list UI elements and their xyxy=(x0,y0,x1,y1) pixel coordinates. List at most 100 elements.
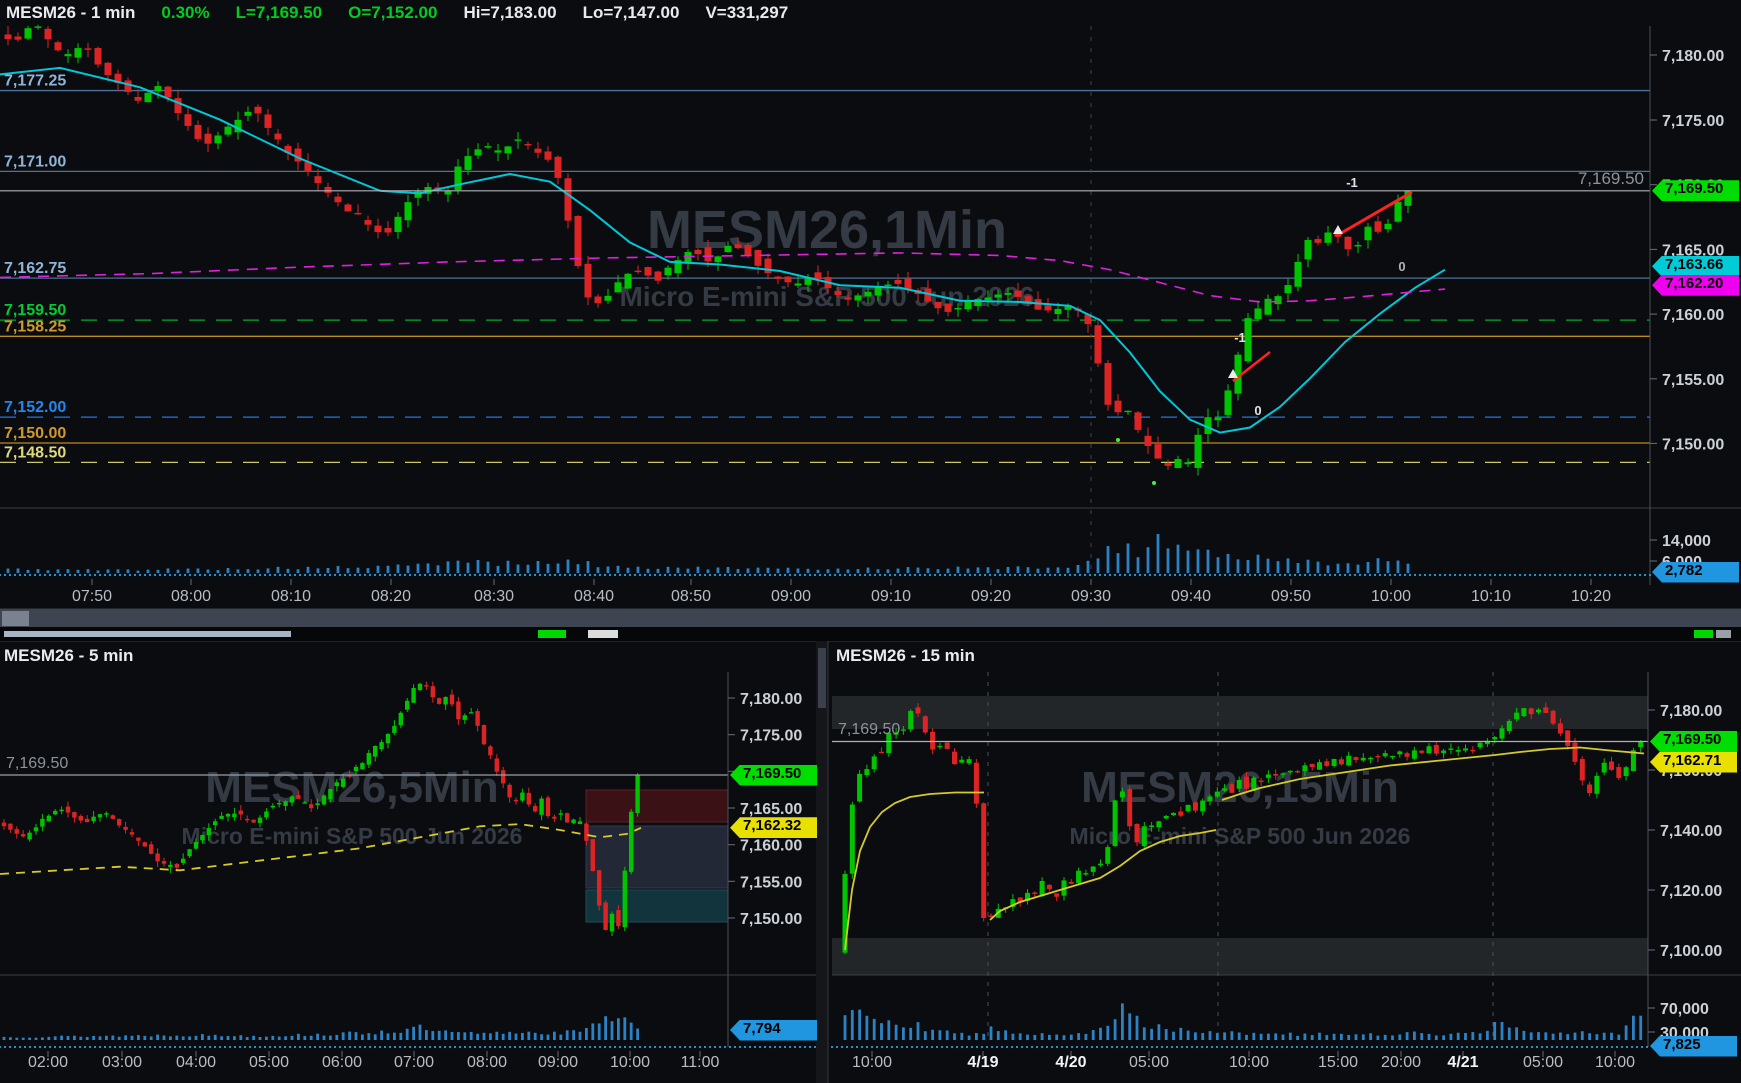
price-tick-label: 7,140.00 xyxy=(1660,823,1722,840)
price-tick-label: 7,120.00 xyxy=(1660,883,1722,900)
price-zone xyxy=(586,826,728,888)
price-tick-label: 7,180.00 xyxy=(1660,703,1722,720)
price-level-label: 7,177.25 xyxy=(4,73,66,90)
price-badge-top-1: 7,163.66 xyxy=(1652,256,1739,277)
vertical-scrollbar-thumb[interactable] xyxy=(818,648,826,708)
volume-badge-top: 2,782 xyxy=(1652,562,1739,583)
position-size-marker: 0 xyxy=(1398,259,1405,274)
chart-fifteen: MESM26,15MinMicro E-mini S&P 500 Jun 202… xyxy=(831,672,1741,1071)
price-tick-label: 7,175.00 xyxy=(1662,113,1724,130)
time-axis-label: 10:00 xyxy=(852,1054,892,1071)
price-tick-label: 7,150.00 xyxy=(1662,436,1724,453)
price-tick-label: 7,165.00 xyxy=(740,801,802,818)
header-stat-4: Lo=7,147.00 xyxy=(583,3,680,23)
scrollbar-thumb[interactable] xyxy=(2,611,29,626)
time-axis-label: 08:00 xyxy=(171,588,211,605)
time-axis-label: 08:40 xyxy=(574,588,614,605)
scroll-marker-gray-right xyxy=(1716,630,1731,638)
chart-header-1min: MESM26 - 1 min 0.30%L=7,169.50O=7,152.00… xyxy=(6,0,814,26)
trading-workspace: MESM26,1MinMicro E-mini S&P 500 Jun 2026… xyxy=(0,0,1741,1083)
last-price-float-label: 7,169.50 xyxy=(1578,169,1644,188)
time-axis-label: 4/19 xyxy=(967,1054,998,1071)
volume-bars-layer xyxy=(7,534,1410,573)
time-axis-label: 08:00 xyxy=(467,1054,507,1071)
candles-layer xyxy=(5,25,1412,476)
header-stat-1: L=7,169.50 xyxy=(236,3,323,23)
time-axis-label: 03:00 xyxy=(102,1054,142,1071)
horizontal-scrollbar[interactable] xyxy=(0,608,1741,628)
time-axis-label: 10:00 xyxy=(610,1054,650,1071)
scroll-indicator-strip xyxy=(0,627,1741,641)
price-tick-label: 7,155.00 xyxy=(740,874,802,891)
volume-tick-label: 14,000 xyxy=(1662,533,1711,550)
price-level-label: 7,150.00 xyxy=(4,425,66,442)
price-badge-top-2: 7,162.20 xyxy=(1652,275,1739,296)
volume-bars-layer xyxy=(844,1003,1643,1040)
time-axis-label: 08:30 xyxy=(474,588,514,605)
time-axis-label: 10:00 xyxy=(1595,1054,1635,1071)
shaded-band xyxy=(832,938,1648,975)
time-axis-label: 10:00 xyxy=(1229,1054,1269,1071)
price-tick-label: 7,175.00 xyxy=(740,728,802,745)
moving-average-line xyxy=(845,793,984,951)
time-axis-label: 08:50 xyxy=(671,588,711,605)
price-level-label: 7,159.50 xyxy=(4,302,66,319)
price-badge-five-1: 7,162.32 xyxy=(730,817,817,838)
price-badge-top-0: 7,169.50 xyxy=(1652,180,1739,201)
time-axis-label: 4/20 xyxy=(1055,1054,1086,1071)
price-level-label: 7,171.00 xyxy=(4,153,66,170)
time-axis-label: 05:00 xyxy=(1129,1054,1169,1071)
price-level-label: 7,148.50 xyxy=(4,444,66,461)
last-price-left-label: 7,169.50 xyxy=(6,755,68,772)
header-stat-3: Hi=7,183.00 xyxy=(463,3,556,23)
price-level-label: 7,158.25 xyxy=(4,318,66,335)
volume-bars-layer xyxy=(3,1016,639,1040)
volume-badge-five: 7,794 xyxy=(730,1020,817,1041)
chart-top: MESM26,1MinMicro E-mini S&P 500 Jun 2026… xyxy=(0,25,1741,605)
price-badge-fifteen-0: 7,169.50 xyxy=(1650,731,1737,752)
position-size-marker: -1 xyxy=(1234,330,1246,345)
scroll-marker-green xyxy=(538,630,566,638)
scroll-range-indicator[interactable] xyxy=(4,631,291,637)
time-axis-label: 09:20 xyxy=(971,588,1011,605)
watermark-description: Micro E-mini S&P 500 Jun 2026 xyxy=(1070,823,1411,849)
price-level-label: 7,162.75 xyxy=(4,260,66,277)
price-badge-five-0: 7,169.50 xyxy=(730,765,817,786)
price-tick-label: 7,155.00 xyxy=(1662,372,1724,389)
volume-tick-label: 70,000 xyxy=(1660,1001,1709,1018)
price-level-label: 7,152.00 xyxy=(4,399,66,416)
signal-dot xyxy=(1116,438,1120,442)
time-axis-label: 07:00 xyxy=(394,1054,434,1071)
price-tick-label: 7,180.00 xyxy=(1662,48,1724,65)
time-axis-label: 20:00 xyxy=(1381,1054,1421,1071)
chart-title-15min: MESM26 - 15 min xyxy=(836,646,975,666)
time-axis-label: 09:00 xyxy=(771,588,811,605)
time-axis-label: 4/21 xyxy=(1447,1054,1478,1071)
chart-canvas[interactable]: MESM26,1MinMicro E-mini S&P 500 Jun 2026… xyxy=(0,0,1741,1083)
last-price-left-label: 7,169.50 xyxy=(838,721,900,738)
trade-arrow-icon xyxy=(1333,225,1343,234)
price-zone xyxy=(586,790,728,822)
time-axis-label: 15:00 xyxy=(1318,1054,1358,1071)
time-axis-label: 09:00 xyxy=(538,1054,578,1071)
watermark-description: Micro E-mini S&P 500 Jun 2026 xyxy=(182,823,523,849)
header-stat-5: V=331,297 xyxy=(705,3,788,23)
time-axis-label: 05:00 xyxy=(249,1054,289,1071)
volume-badge-fifteen: 7,825 xyxy=(1650,1036,1737,1057)
time-axis-label: 09:10 xyxy=(871,588,911,605)
price-tick-label: 7,160.00 xyxy=(1662,307,1724,324)
time-axis-label: 08:10 xyxy=(271,588,311,605)
chart-title-1min: MESM26 - 1 min xyxy=(6,3,135,23)
time-axis-label: 06:00 xyxy=(322,1054,362,1071)
price-tick-label: 7,160.00 xyxy=(740,838,802,855)
scroll-marker-green-right xyxy=(1694,630,1713,638)
time-axis-label: 08:20 xyxy=(371,588,411,605)
price-tick-label: 7,180.00 xyxy=(740,691,802,708)
header-stat-2: O=7,152.00 xyxy=(348,3,437,23)
time-axis-label: 04:00 xyxy=(176,1054,216,1071)
price-tick-label: 7,100.00 xyxy=(1660,943,1722,960)
position-size-marker: 0 xyxy=(1254,403,1261,418)
time-axis-label: 10:10 xyxy=(1471,588,1511,605)
scroll-marker-white xyxy=(588,630,618,638)
watermark-symbol: MESM26,5Min xyxy=(205,763,498,812)
